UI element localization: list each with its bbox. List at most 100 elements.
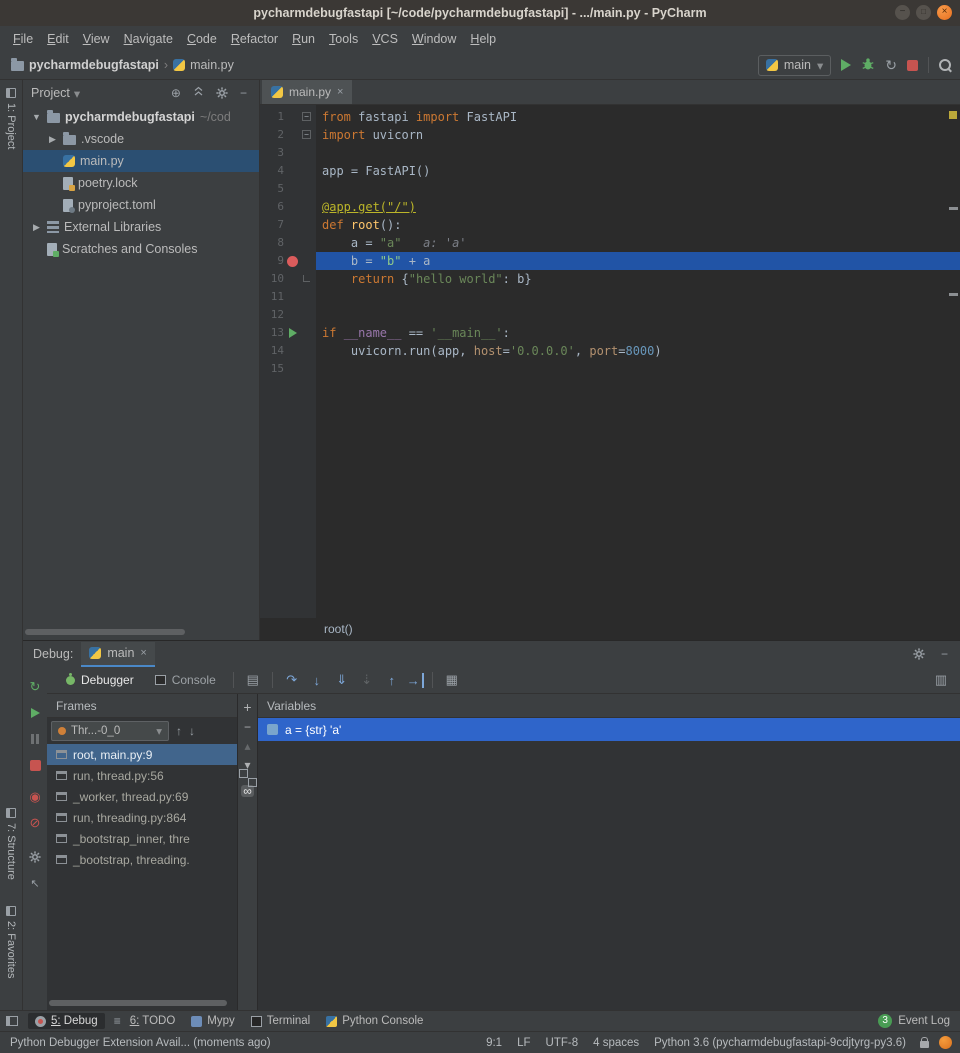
gutter-marker-zone[interactable] — [284, 288, 301, 306]
fold-icon[interactable]: − — [302, 112, 311, 121]
scrollbar-mark[interactable] — [949, 293, 958, 296]
gutter-marker-zone[interactable] — [284, 342, 301, 360]
breadcrumb-project[interactable]: pycharmdebugfastapi — [8, 58, 162, 72]
minimize-icon[interactable] — [895, 5, 910, 20]
remove-watch-icon[interactable] — [244, 721, 251, 733]
close-icon[interactable] — [140, 647, 146, 659]
gutter-marker-zone[interactable] — [284, 270, 301, 288]
status-line-separator[interactable]: LF — [517, 1037, 530, 1049]
tree-item-scratches-and-consoles[interactable]: Scratches and Consoles — [23, 238, 259, 260]
step-into-icon[interactable] — [306, 673, 328, 688]
gutter-cell[interactable]: 15 — [260, 360, 316, 378]
view-breakpoints-icon[interactable] — [23, 784, 47, 810]
gutter-marker-zone[interactable] — [284, 126, 301, 144]
project-panel-title[interactable]: Project — [31, 86, 70, 100]
debug-session-tab[interactable]: main — [81, 642, 155, 667]
gutter-cell[interactable]: 11 — [260, 288, 316, 306]
tree-item-poetry-lock[interactable]: poetry.lock — [23, 172, 259, 194]
code-line-7[interactable]: 7def root(): — [260, 216, 960, 234]
run-to-cursor-icon[interactable] — [406, 673, 424, 688]
tree-item-pyproject-toml[interactable]: pyproject.toml — [23, 194, 259, 216]
step-over-icon[interactable] — [281, 672, 303, 688]
code-text[interactable]: b = "b" + a — [316, 252, 960, 270]
toolstripe-project[interactable]: 1: Project — [5, 82, 17, 155]
variable-item[interactable]: a = {str} 'a' — [258, 718, 960, 741]
menu-file[interactable]: File — [6, 29, 40, 49]
scrollbar-mark[interactable] — [949, 207, 958, 210]
mute-breakpoints-icon[interactable] — [23, 810, 47, 836]
gutter-cell[interactable]: 7 — [260, 216, 316, 234]
menu-run[interactable]: Run — [285, 29, 322, 49]
locate-file-icon[interactable] — [167, 86, 185, 100]
toolwindow-switcher-icon[interactable] — [6, 1016, 18, 1026]
force-step-into-icon[interactable] — [331, 672, 353, 688]
menu-window[interactable]: Window — [405, 29, 463, 49]
breakpoint-icon[interactable] — [287, 256, 298, 267]
frame-item[interactable]: run, thread.py:56 — [47, 765, 237, 786]
horizontal-scrollbar[interactable] — [25, 629, 185, 635]
status-caret-position[interactable]: 9:1 — [486, 1037, 502, 1049]
code-line-5[interactable]: 5 — [260, 180, 960, 198]
close-icon[interactable] — [937, 5, 952, 20]
code-text[interactable] — [316, 360, 960, 378]
code-line-11[interactable]: 11 — [260, 288, 960, 306]
menu-edit[interactable]: Edit — [40, 29, 76, 49]
code-editor[interactable]: 1−from fastapi import FastAPI2−import uv… — [260, 105, 960, 618]
gutter-marker-zone[interactable] — [284, 144, 301, 162]
menu-tools[interactable]: Tools — [322, 29, 365, 49]
gutter-marker-zone[interactable] — [284, 216, 301, 234]
code-text[interactable]: from fastapi import FastAPI — [316, 108, 960, 126]
gutter-marker-zone[interactable] — [284, 360, 301, 378]
stop-icon[interactable] — [23, 752, 47, 778]
restore-layout-icon[interactable] — [242, 672, 264, 688]
maximize-icon[interactable] — [916, 5, 931, 20]
gutter-marker-zone[interactable] — [284, 234, 301, 252]
frame-item[interactable]: _worker, thread.py:69 — [47, 786, 237, 807]
expand-arrow-icon[interactable]: ▶ — [47, 134, 58, 145]
chevron-down-icon[interactable] — [74, 86, 80, 101]
gutter-cell[interactable]: 10 — [260, 270, 316, 288]
tree-item-main-py[interactable]: main.py — [23, 150, 259, 172]
debug-button[interactable] — [861, 57, 875, 74]
code-line-8[interactable]: 8 a = "a" a: 'a' — [260, 234, 960, 252]
status-python-interpreter[interactable]: Python 3.6 (pycharmdebugfastapi-9cdjtyrg… — [654, 1037, 906, 1049]
toolwindow-tab-5-debug[interactable]: 5: Debug — [28, 1013, 105, 1029]
code-text[interactable]: a = "a" a: 'a' — [316, 234, 960, 252]
toolwindow-tab-6-todo[interactable]: 6: TODO — [107, 1013, 183, 1029]
toolwindow-tab-python-console[interactable]: Python Console — [319, 1013, 430, 1029]
previous-frame-icon[interactable] — [176, 724, 182, 738]
breadcrumb-file[interactable]: main.py — [170, 58, 237, 72]
gutter-cell[interactable]: 12 — [260, 306, 316, 324]
expand-arrow-icon[interactable]: ▶ — [31, 222, 42, 233]
code-text[interactable]: def root(): — [316, 216, 960, 234]
layout-settings-icon[interactable] — [930, 672, 952, 688]
gutter-cell[interactable]: 9 — [260, 252, 316, 270]
code-text[interactable] — [316, 306, 960, 324]
search-icon[interactable] — [939, 59, 952, 72]
menu-code[interactable]: Code — [180, 29, 224, 49]
fold-end-icon[interactable] — [303, 275, 310, 282]
view-as-table-icon[interactable] — [441, 672, 463, 688]
toolwindow-tab-mypy[interactable]: Mypy — [184, 1013, 241, 1029]
gutter-marker-zone[interactable] — [284, 108, 301, 126]
gutter-marker-zone[interactable] — [284, 198, 301, 216]
next-frame-icon[interactable] — [189, 724, 195, 738]
menu-help[interactable]: Help — [463, 29, 503, 49]
move-up-icon[interactable] — [244, 740, 250, 752]
code-line-6[interactable]: 6@app.get("/") — [260, 198, 960, 216]
code-line-12[interactable]: 12 — [260, 306, 960, 324]
smart-step-into-icon[interactable] — [356, 672, 378, 688]
tab-debugger[interactable]: Debugger — [57, 667, 143, 693]
gutter-cell[interactable]: 4 — [260, 162, 316, 180]
code-text[interactable]: app = FastAPI() — [316, 162, 960, 180]
code-line-10[interactable]: 10 return {"hello world": b} — [260, 270, 960, 288]
tree-item-vscode[interactable]: ▶.vscode — [23, 128, 259, 150]
gutter-marker-zone[interactable] — [284, 162, 301, 180]
rerun-debug-icon[interactable] — [23, 674, 47, 700]
settings-gear-icon[interactable] — [212, 87, 232, 99]
code-text[interactable]: return {"hello world": b} — [316, 270, 960, 288]
pause-icon[interactable] — [23, 726, 47, 752]
code-line-3[interactable]: 3 — [260, 144, 960, 162]
status-encoding[interactable]: UTF-8 — [546, 1037, 579, 1049]
code-text[interactable]: @app.get("/") — [316, 198, 960, 216]
